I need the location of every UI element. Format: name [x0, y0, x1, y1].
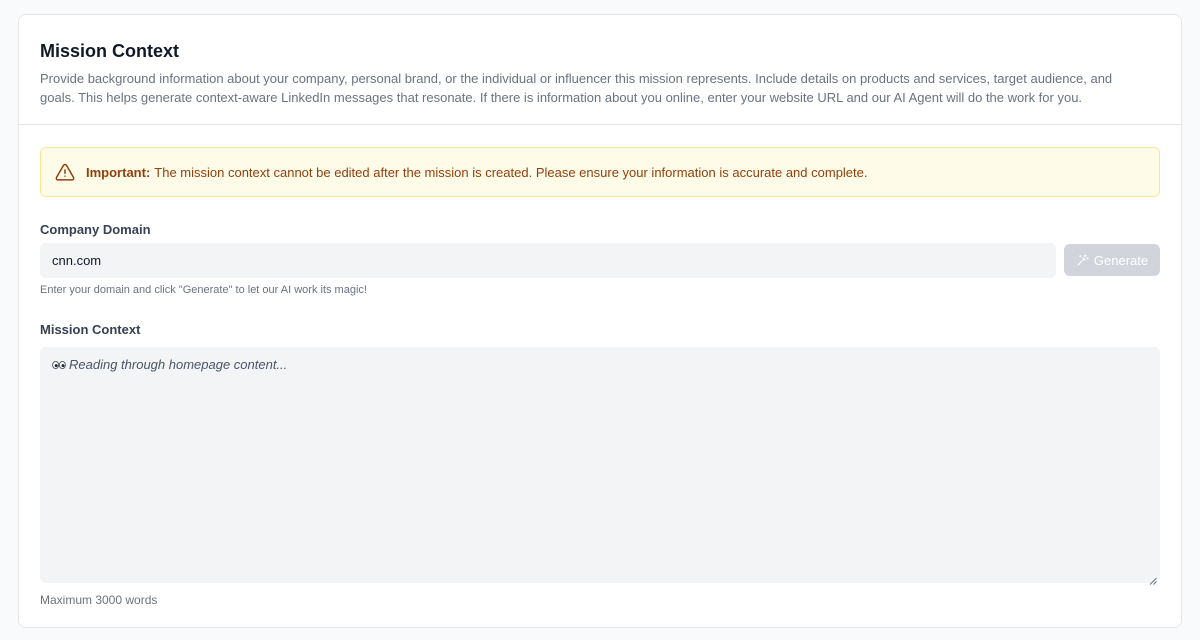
alert-message: The mission context cannot be edited aft… [154, 164, 868, 180]
card-body: Important: The mission context cannot be… [19, 125, 1181, 607]
mission-context-label: Mission Context [40, 322, 141, 337]
important-alert: Important: The mission context cannot be… [40, 147, 1160, 197]
mission-context-card: Mission Context Provide background infor… [18, 14, 1182, 628]
loading-status: Reading through homepage content... [52, 357, 287, 372]
loading-status-text: Reading through homepage content... [69, 357, 288, 372]
mission-context-textarea[interactable] [40, 347, 1160, 583]
warning-triangle-icon [55, 162, 75, 182]
max-words-note: Maximum 3000 words [40, 593, 158, 607]
resize-handle-icon[interactable] [1149, 572, 1157, 585]
card-header: Mission Context Provide background infor… [19, 15, 1181, 125]
magic-wand-icon [1076, 254, 1089, 267]
page-title: Mission Context [40, 41, 180, 61]
domain-hint: Enter your domain and click "Generate" t… [40, 284, 367, 296]
company-domain-input[interactable] [40, 243, 1056, 278]
eyes-icon [52, 360, 66, 370]
page-description: Provide background information about you… [40, 71, 1113, 105]
mission-context-textarea-wrapper: Reading through homepage content... [40, 347, 1160, 585]
alert-strong-label: Important: [86, 164, 151, 180]
generate-button[interactable]: Generate [1064, 244, 1160, 276]
domain-row: Generate [40, 243, 1160, 278]
company-domain-label: Company Domain [40, 222, 151, 237]
generate-button-label: Generate [1093, 252, 1149, 268]
